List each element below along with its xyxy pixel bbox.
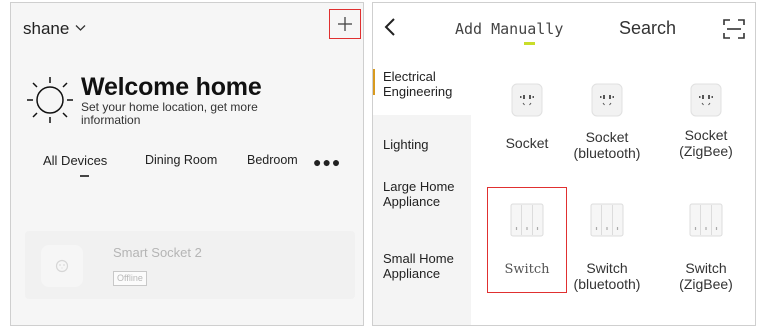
home-selector[interactable]: shane [23, 19, 86, 39]
home-panel: shane Welcome home Set your home locatio… [10, 2, 364, 326]
category-label: Large Home Appliance [383, 179, 455, 209]
add-device-panel: Add Manually Search Electrical Engineeri… [372, 2, 756, 326]
switch-bluetooth-icon [590, 203, 624, 237]
socket-zigbee-icon [690, 83, 722, 117]
device-name: Smart Socket 2 [113, 245, 202, 260]
device-type-label: Socket (ZigBee) [679, 127, 733, 159]
more-options-icon[interactable]: ●●● [313, 155, 341, 169]
sidebar-item-electrical-engineering[interactable]: Electrical Engineering [373, 63, 471, 115]
device-type-socket-bluetooth[interactable]: Socket (bluetooth) [564, 83, 650, 163]
category-label: Lighting [383, 137, 429, 152]
back-arrow-icon[interactable] [383, 17, 397, 37]
home-name: shane [23, 19, 70, 38]
active-category-indicator [373, 69, 375, 95]
sidebar-item-lighting[interactable]: Lighting [373, 115, 471, 165]
plus-icon [338, 17, 352, 31]
device-type-label: Switch (bluetooth) [573, 260, 641, 292]
welcome-title: Welcome home [81, 73, 262, 101]
device-type-socket[interactable]: Socket [484, 83, 570, 163]
device-type-socket-zigbee[interactable]: Socket (ZigBee) [663, 83, 749, 163]
selection-highlight [487, 187, 567, 293]
device-type-label: Socket (bluetooth) [573, 129, 641, 161]
tab-all-devices[interactable]: All Devices [43, 153, 107, 168]
tab-dining-room[interactable]: Dining Room [145, 153, 217, 167]
socket-icon [511, 83, 543, 117]
sidebar-item-large-home-appliance[interactable]: Large Home Appliance [373, 165, 471, 223]
category-sidebar: Electrical Engineering Lighting Large Ho… [373, 63, 471, 325]
category-label: Small Home Appliance [383, 251, 454, 281]
device-type-label: Socket [505, 135, 549, 151]
switch-zigbee-icon [689, 203, 723, 237]
status-badge: Offline [113, 271, 147, 286]
socket-bluetooth-icon [591, 83, 623, 117]
sun-icon [27, 77, 73, 123]
tab-add-manually[interactable]: Add Manually [455, 20, 563, 38]
device-card[interactable]: Smart Socket 2 Offline [25, 231, 355, 299]
category-label: Electrical Engineering [383, 69, 453, 99]
chevron-down-icon [75, 25, 86, 31]
device-type-switch-zigbee[interactable]: Switch (ZigBee) [663, 203, 749, 293]
room-tabs: All Devices Dining Room Bedroom ●●● [11, 153, 363, 183]
tab-search[interactable]: Search [619, 18, 676, 39]
welcome-subtitle[interactable]: Set your home location, get more informa… [81, 101, 301, 127]
active-tab-indicator [524, 42, 535, 45]
active-tab-indicator [80, 175, 89, 177]
tab-bedroom[interactable]: Bedroom [247, 153, 298, 167]
device-type-switch-bluetooth[interactable]: Switch (bluetooth) [564, 203, 650, 293]
socket-device-icon [55, 259, 69, 273]
scan-icon[interactable] [723, 19, 745, 39]
sidebar-item-small-home-appliance[interactable]: Small Home Appliance [373, 223, 471, 295]
device-thumbnail [41, 245, 83, 287]
add-device-button[interactable] [329, 9, 361, 39]
device-type-label: Switch (ZigBee) [679, 260, 733, 292]
